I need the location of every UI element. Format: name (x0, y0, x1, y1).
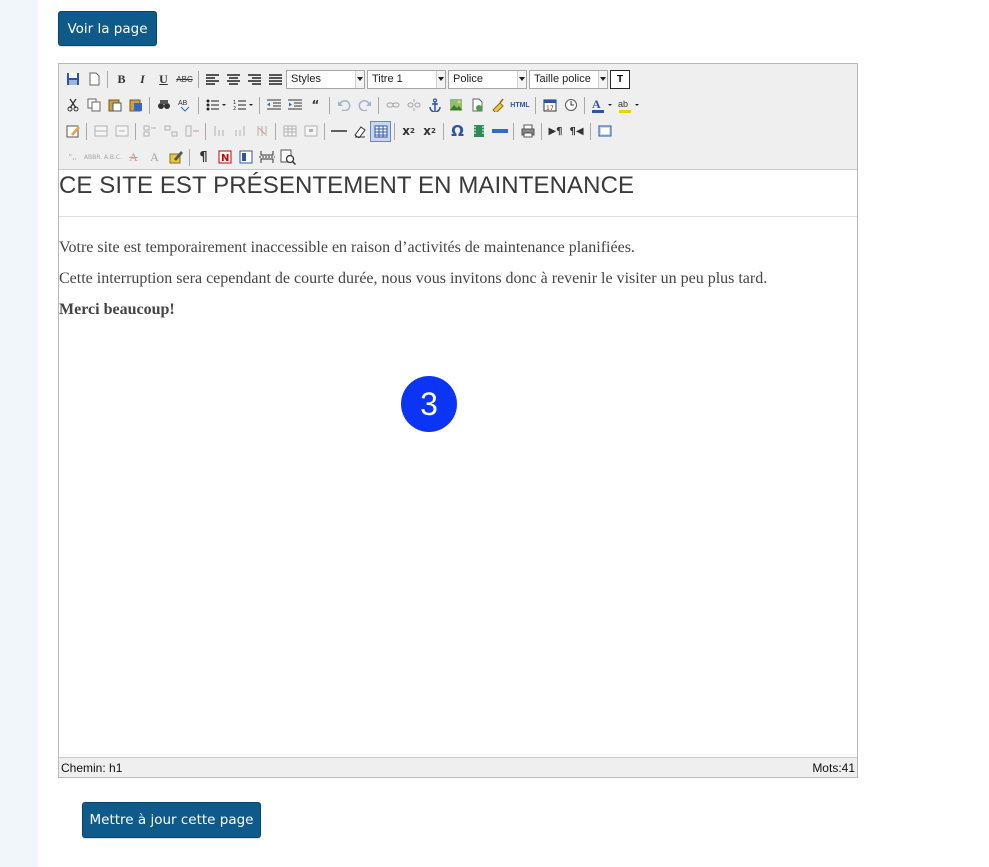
ltr-icon[interactable]: ▶¶ (545, 121, 566, 142)
insert-date-icon[interactable]: 17 (539, 95, 560, 116)
acronym-icon[interactable]: A.B.C. (103, 147, 123, 168)
split-cell-icon[interactable] (139, 121, 160, 142)
svg-text:2: 2 (233, 106, 236, 111)
view-page-button[interactable]: Voir la page (58, 11, 157, 46)
html-source-icon[interactable]: HTML (508, 95, 532, 116)
replace-icon[interactable]: AB (174, 95, 195, 116)
bullet-list-icon[interactable] (202, 95, 229, 116)
delete-row-icon[interactable] (181, 121, 202, 142)
cell-props-icon[interactable] (300, 121, 321, 142)
cite-icon[interactable]: “‚‚ (62, 147, 83, 168)
text-style-button[interactable]: T (610, 69, 630, 89)
delete-text-icon[interactable]: A (123, 147, 144, 168)
attributes-icon[interactable] (165, 147, 186, 168)
non-breaking-icon[interactable]: N (214, 147, 235, 168)
justify-icon[interactable] (265, 69, 286, 90)
align-right-icon[interactable] (244, 69, 265, 90)
paragraph-thanks: Merci beaucoup! (59, 301, 175, 318)
font-size-select[interactable]: Taille police (529, 69, 608, 89)
bold-icon[interactable]: B (111, 69, 132, 90)
undo-icon[interactable] (333, 95, 354, 116)
align-center-icon[interactable] (223, 69, 244, 90)
template-icon[interactable] (235, 147, 256, 168)
media-icon[interactable] (468, 121, 489, 142)
insert-table-icon[interactable] (370, 120, 391, 142)
svg-text:AB: AB (178, 100, 188, 107)
svg-text:17: 17 (546, 105, 554, 112)
svg-text:N: N (221, 153, 229, 164)
paragraph-interruption: Cette interruption sera cependant de cou… (59, 270, 768, 287)
insert-text-icon[interactable]: A (144, 147, 165, 168)
outdent-icon[interactable] (263, 95, 284, 116)
underline-icon[interactable]: U (153, 69, 174, 90)
delete-col-icon[interactable] (251, 121, 272, 142)
edit-css-icon[interactable] (62, 121, 83, 142)
advanced-hr-icon[interactable] (489, 121, 510, 142)
step-marker: 3 (401, 376, 457, 432)
paragraph-maintenance: Votre site est temporairement inaccessib… (59, 239, 635, 256)
anchor-icon[interactable] (424, 95, 445, 116)
cut-icon[interactable] (62, 95, 83, 116)
unlink-icon[interactable] (403, 95, 424, 116)
insert-row-after-icon[interactable] (111, 121, 132, 142)
italic-icon[interactable]: I (132, 69, 153, 90)
horizontal-rule-icon[interactable] (328, 121, 349, 142)
toolbar-row-4: “‚‚ ABBR. A.B.C. A A ¶ N (62, 144, 298, 170)
subscript-icon[interactable]: x2 (398, 121, 419, 142)
svg-text:A: A (592, 98, 601, 111)
editor-toolbar: B I U ABC Styles Titre 1 Police Taille p… (59, 64, 857, 170)
abbreviation-icon[interactable]: ABBR. (83, 147, 103, 168)
toolbar-row-1: B I U ABC Styles Titre 1 Police Taille p… (62, 66, 630, 92)
update-page-button[interactable]: Mettre à jour cette page (82, 802, 261, 838)
page-break-icon[interactable] (256, 147, 277, 168)
image-icon[interactable] (445, 95, 466, 116)
page-heading: CE SITE EST PRÉSENTEMENT EN MAINTENANCE (59, 171, 857, 217)
format-select[interactable]: Titre 1 (367, 69, 446, 89)
paste-icon[interactable] (104, 95, 125, 116)
insert-file-icon[interactable] (466, 95, 487, 116)
insert-col-before-icon[interactable] (209, 121, 230, 142)
redo-icon[interactable] (354, 95, 375, 116)
paste-word-icon[interactable] (125, 95, 146, 116)
editor-content-area[interactable]: CE SITE EST PRÉSENTEMENT EN MAINTENANCE … (59, 171, 857, 757)
insert-col-after-icon[interactable] (230, 121, 251, 142)
text-color-icon[interactable]: A (588, 95, 615, 116)
align-left-icon[interactable] (202, 69, 223, 90)
blockquote-icon[interactable]: “ (305, 95, 326, 116)
insert-time-icon[interactable] (560, 95, 581, 116)
print-icon[interactable] (517, 121, 538, 142)
styles-select[interactable]: Styles (286, 69, 365, 89)
toolbar-row-3: x2 x2 Ω ▶¶ ¶◀ (62, 118, 615, 144)
highlight-color-icon[interactable]: ab (615, 95, 642, 116)
cleanup-icon[interactable] (487, 95, 508, 116)
rtl-icon[interactable]: ¶◀ (566, 121, 587, 142)
toolbar-row-2: AB 12 “ HTML 17 A ab (62, 92, 642, 118)
table-props-icon[interactable] (279, 121, 300, 142)
fullscreen-icon[interactable] (594, 121, 615, 142)
save-icon[interactable] (62, 69, 83, 90)
preview-icon[interactable] (277, 147, 298, 168)
element-path[interactable]: Chemin: h1 (61, 761, 122, 775)
superscript-icon[interactable]: x2 (419, 121, 440, 142)
editor-statusbar: Chemin: h1 Mots:41 (59, 757, 857, 777)
rich-text-editor: B I U ABC Styles Titre 1 Police Taille p… (58, 63, 858, 778)
indent-icon[interactable] (284, 95, 305, 116)
strikethrough-icon[interactable]: ABC (174, 69, 195, 90)
find-icon[interactable] (153, 95, 174, 116)
numbered-list-icon[interactable]: 12 (229, 95, 256, 116)
insert-row-before-icon[interactable] (90, 121, 111, 142)
show-blocks-icon[interactable]: ¶ (193, 147, 214, 168)
left-sidebar-strip (0, 0, 38, 867)
link-icon[interactable] (382, 95, 403, 116)
copy-icon[interactable] (83, 95, 104, 116)
font-select[interactable]: Police (448, 69, 527, 89)
special-char-icon[interactable]: Ω (447, 121, 468, 142)
new-document-icon[interactable] (83, 69, 104, 90)
merge-cell-icon[interactable] (160, 121, 181, 142)
word-count: Mots:41 (812, 761, 855, 775)
svg-text:ab: ab (618, 99, 628, 109)
remove-format-icon[interactable] (349, 121, 370, 142)
